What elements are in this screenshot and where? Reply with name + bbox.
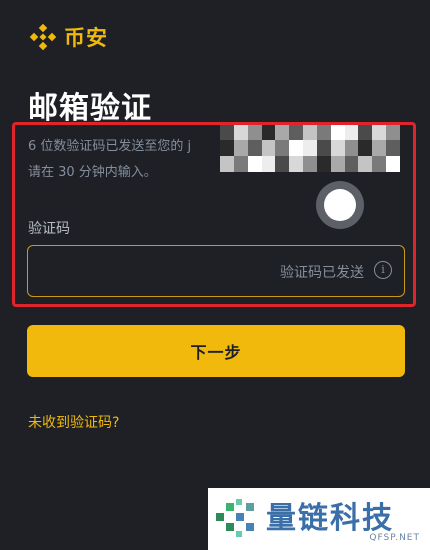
brand-logo: 币安: [28, 22, 108, 52]
watermark-logo-icon: [216, 499, 254, 537]
watermark-url: QFSP.NET: [369, 533, 420, 543]
code-field-label: 验证码: [28, 221, 70, 237]
binance-diamond-icon: [29, 23, 57, 51]
code-not-received-link[interactable]: 未收到验证码?: [28, 412, 119, 432]
watermark-text: 量链科技: [266, 501, 394, 536]
email-verification-screen: 币安 邮箱验证 6 位数验证码已发送至您的 j 请在 30 分钟内输入。 验证码…: [0, 0, 430, 550]
touch-indicator: [316, 181, 364, 229]
code-sent-hint: 验证码已发送: [280, 265, 364, 281]
brand-name: 币安: [64, 26, 108, 50]
code-input[interactable]: [40, 246, 244, 298]
next-step-button[interactable]: 下一步: [27, 325, 405, 377]
page-title: 邮箱验证: [28, 91, 152, 126]
watermark: 量链科技 QFSP.NET: [208, 488, 430, 550]
code-input-box[interactable]: 验证码已发送 i: [27, 245, 405, 298]
info-icon[interactable]: i: [374, 261, 392, 279]
